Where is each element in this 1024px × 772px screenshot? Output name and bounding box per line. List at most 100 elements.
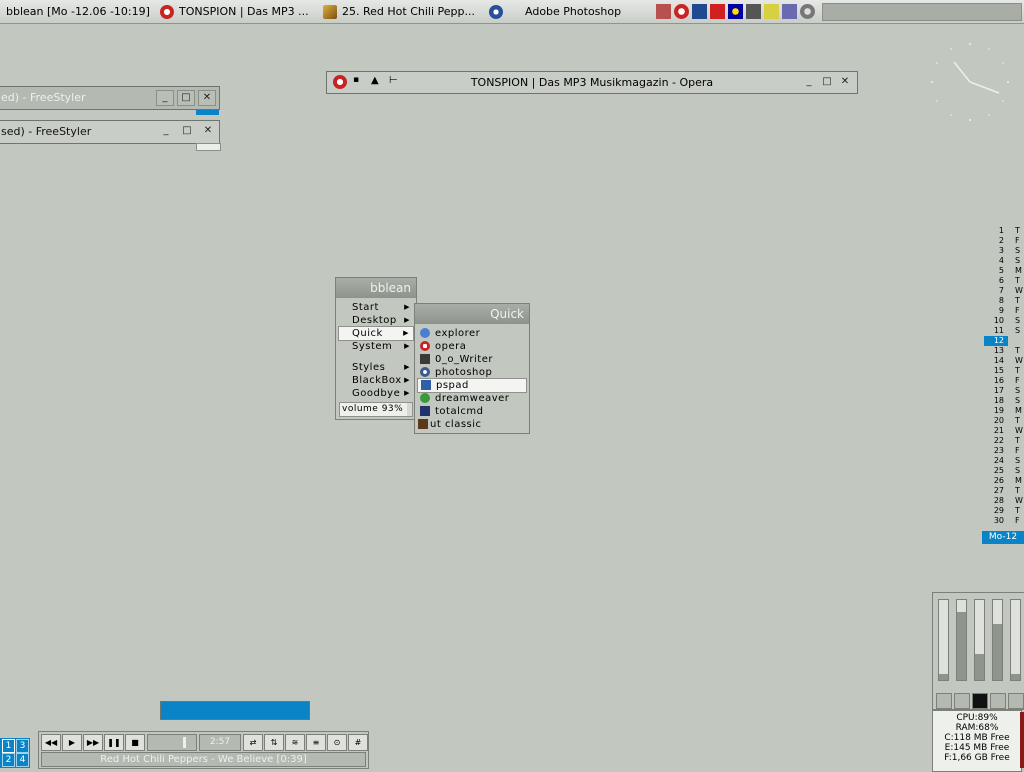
task-tonspion[interactable]: TONSPION | Das MP3 ... xyxy=(160,0,320,23)
workspace-3[interactable]: 3 xyxy=(16,739,29,753)
calendar-weekday: S xyxy=(1015,246,1021,255)
calendar-day[interactable]: 16 F xyxy=(990,376,1024,386)
calendar-day[interactable]: 5M xyxy=(990,266,1024,276)
menu-item-styles[interactable]: Styles ▶ xyxy=(338,361,414,374)
pause-button[interactable]: ❚❚ xyxy=(104,734,124,751)
menu-item-blackbox[interactable]: BlackBox ▶ xyxy=(338,374,414,387)
minimize-button[interactable]: _ xyxy=(158,124,174,138)
calendar-day[interactable]: 6T xyxy=(990,276,1024,286)
meter-button[interactable] xyxy=(954,693,970,709)
maximize-button[interactable]: □ xyxy=(819,75,835,89)
freestyler-window-front[interactable]: sed) - FreeStyler _ □ ✕ xyxy=(0,120,220,144)
calendar-day[interactable]: 21 W xyxy=(990,426,1024,436)
options-button[interactable]: ⊙ xyxy=(327,734,347,751)
calendar-day[interactable]: 22 T xyxy=(990,436,1024,446)
stop-button[interactable]: ■ xyxy=(125,734,145,751)
repeat-button[interactable]: ⇄ xyxy=(243,734,263,751)
play-button[interactable]: ▶ xyxy=(62,734,82,751)
calendar-day[interactable]: 19 M xyxy=(990,406,1024,416)
freestyler-window-back[interactable]: ed) - FreeStyler _ □ ✕ xyxy=(0,86,220,110)
menu-item-quick[interactable]: Quick ▶ xyxy=(338,326,414,341)
calendar-day[interactable]: 12M xyxy=(984,336,1008,346)
close-button[interactable]: ✕ xyxy=(200,124,216,138)
quick-item-opera[interactable]: opera xyxy=(417,340,527,353)
calendar-day[interactable]: 9F xyxy=(990,306,1024,316)
calendar-day[interactable]: 29 T xyxy=(990,506,1024,516)
player-seek-bar[interactable] xyxy=(160,701,310,720)
playlist-button[interactable]: ≡ xyxy=(306,734,326,751)
calendar-day[interactable]: 7W xyxy=(990,286,1024,296)
volume-icon[interactable] xyxy=(800,4,815,19)
calendar-day-number: 21 xyxy=(993,426,1004,435)
calendar-day[interactable]: 20 T xyxy=(990,416,1024,426)
shuffle-button[interactable]: ⇅ xyxy=(264,734,284,751)
calendar-day[interactable]: 3S xyxy=(990,246,1024,256)
task-winamp[interactable]: 25. Red Hot Chili Pepp... xyxy=(323,0,491,23)
meter-fill xyxy=(975,654,984,680)
previous-button[interactable]: ◀◀ xyxy=(41,734,61,751)
calendar-day[interactable]: 14 W xyxy=(990,356,1024,366)
minimize-button[interactable]: _ xyxy=(801,75,817,89)
calendar-day[interactable]: 24 S xyxy=(990,456,1024,466)
quick-item-explorer[interactable]: explorer xyxy=(417,327,527,340)
tool-icon[interactable] xyxy=(692,4,707,19)
calendar-day[interactable]: 27 T xyxy=(990,486,1024,496)
meter-button[interactable] xyxy=(1008,693,1024,709)
quick-item-totalcmd[interactable]: totalcmd xyxy=(417,405,527,418)
quick-item-writer[interactable]: 0_o_Writer xyxy=(417,353,527,366)
minimize-button[interactable]: _ xyxy=(156,90,174,106)
calendar-day[interactable]: 2F xyxy=(990,236,1024,246)
tray-app-icon[interactable] xyxy=(764,4,779,19)
meter-bar xyxy=(974,599,985,681)
calendar-day[interactable]: 10 S xyxy=(990,316,1024,326)
maximize-button[interactable]: □ xyxy=(179,124,195,138)
workspace-clock-label[interactable]: bblean [Mo -12.06 -10:19] xyxy=(6,0,156,23)
quick-item-dreamweaver[interactable]: dreamweaver xyxy=(417,392,527,405)
network-icon[interactable] xyxy=(746,4,761,19)
calendar-day[interactable]: 1T xyxy=(990,226,1024,236)
calendar-day[interactable]: 26 M xyxy=(990,476,1024,486)
calendar-day[interactable]: 15 T xyxy=(990,366,1024,376)
calendar-day[interactable]: 25 S xyxy=(990,466,1024,476)
quick-item-pspad[interactable]: pspad xyxy=(417,378,527,393)
calendar-day-number: 23 xyxy=(993,446,1004,455)
calendar-day[interactable]: 4S xyxy=(990,256,1024,266)
tray-left-arrow-icon[interactable] xyxy=(656,4,671,19)
meter-button[interactable] xyxy=(972,693,988,709)
calendar-day-number: 30 xyxy=(993,516,1004,525)
config-button[interactable]: # xyxy=(348,734,368,751)
acrobat-icon[interactable] xyxy=(710,4,725,19)
meter-button[interactable] xyxy=(990,693,1006,709)
position-handle[interactable] xyxy=(183,737,187,748)
position-slider[interactable] xyxy=(147,734,197,751)
calendar-day[interactable]: 11 S xyxy=(990,326,1024,336)
volume-slider[interactable]: volume 93% xyxy=(339,402,413,417)
calendar-day[interactable]: 8T xyxy=(990,296,1024,306)
workspace-2[interactable]: 2 xyxy=(2,753,15,767)
workspace-4[interactable]: 4 xyxy=(16,753,29,767)
calendar-day[interactable]: 30 F xyxy=(990,516,1024,526)
eq-button[interactable]: ≋ xyxy=(285,734,305,751)
opera-window[interactable]: ▪ ▲ ⊢ TONSPION | Das MP3 Musikmagazin - … xyxy=(326,71,858,94)
task-photoshop[interactable]: Adobe Photoshop xyxy=(489,0,649,23)
calendar-today-label[interactable]: Mo-12 xyxy=(982,531,1024,544)
meter-button[interactable] xyxy=(936,693,952,709)
opera-icon[interactable] xyxy=(674,4,689,19)
calendar-day[interactable]: 23 F xyxy=(990,446,1024,456)
player-controls: ◀◀ ▶ ▶▶ ❚❚ ■ 2:57 ⇄ ⇅ ≋ ≡ ⊙ # xyxy=(41,734,368,751)
calendar-day[interactable]: 18 S xyxy=(990,396,1024,406)
maximize-button[interactable]: □ xyxy=(177,90,195,106)
close-button[interactable]: ✕ xyxy=(198,90,216,106)
close-button[interactable]: ✕ xyxy=(837,75,853,89)
quick-item-ut-classic[interactable]: ut classic xyxy=(417,418,527,431)
calendar-day[interactable]: 13 T xyxy=(990,346,1024,356)
display-icon[interactable] xyxy=(782,4,797,19)
menu-item-goodbye[interactable]: Goodbye ▶ xyxy=(338,387,414,400)
menu-item-start[interactable]: Start ▶ xyxy=(338,301,414,314)
calendar-day[interactable]: 28 W xyxy=(990,496,1024,506)
menu-item-system[interactable]: System ▶ xyxy=(338,340,414,353)
calendar-day[interactable]: 17 S xyxy=(990,386,1024,396)
next-button[interactable]: ▶▶ xyxy=(83,734,103,751)
media-icon[interactable] xyxy=(728,4,743,19)
workspace-1[interactable]: 1 xyxy=(2,739,15,753)
